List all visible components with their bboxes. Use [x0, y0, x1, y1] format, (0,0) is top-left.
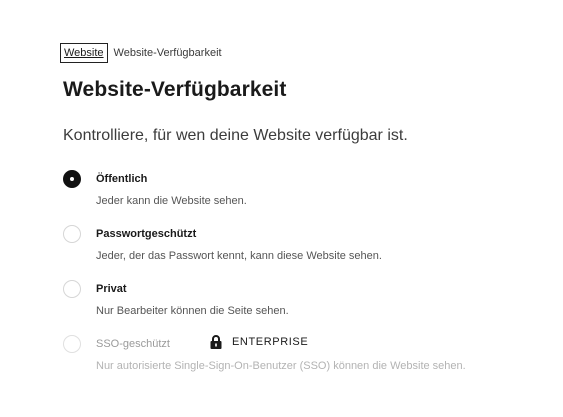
- page-subtitle: Kontrolliere, für wen deine Website verf…: [63, 127, 408, 144]
- option-public[interactable]: Öffentlich Jeder kann die Website sehen.: [63, 170, 543, 225]
- enterprise-badge-label: ENTERPRISE: [232, 336, 309, 348]
- enterprise-badge: ENTERPRISE: [210, 335, 308, 349]
- lock-icon: [210, 335, 222, 349]
- option-private-description: Nur Bearbeiter können die Seite sehen.: [96, 305, 289, 317]
- option-public-label: Öffentlich: [96, 173, 148, 185]
- option-password-protected-description: Jeder, der das Passwort kennt, kann dies…: [96, 250, 382, 262]
- option-password-protected-label: Passwortgeschützt: [96, 228, 197, 240]
- breadcrumb-current: Website-Verfügbarkeit: [113, 46, 222, 59]
- visibility-options: Öffentlich Jeder kann die Website sehen.…: [63, 170, 543, 390]
- radio-password-protected[interactable]: [63, 225, 81, 243]
- option-private[interactable]: Privat Nur Bearbeiter können die Seite s…: [63, 280, 543, 335]
- page-title: Website-Verfügbarkeit: [63, 78, 287, 101]
- option-sso-protected: SSO-geschützt ENTERPRISE Nur autorisiert…: [63, 335, 543, 390]
- option-password-protected[interactable]: Passwortgeschützt Jeder, der das Passwor…: [63, 225, 543, 280]
- radio-sso-protected: [63, 335, 81, 353]
- breadcrumb-website-link[interactable]: Website: [60, 43, 108, 63]
- breadcrumb: Website Website-Verfügbarkeit: [60, 43, 222, 63]
- option-public-description: Jeder kann die Website sehen.: [96, 195, 247, 207]
- option-sso-protected-description: Nur autorisierte Single-Sign-On-Benutzer…: [96, 360, 466, 372]
- option-private-label: Privat: [96, 283, 127, 295]
- radio-private[interactable]: [63, 280, 81, 298]
- radio-public[interactable]: [63, 170, 81, 188]
- option-sso-protected-label: SSO-geschützt: [96, 338, 170, 350]
